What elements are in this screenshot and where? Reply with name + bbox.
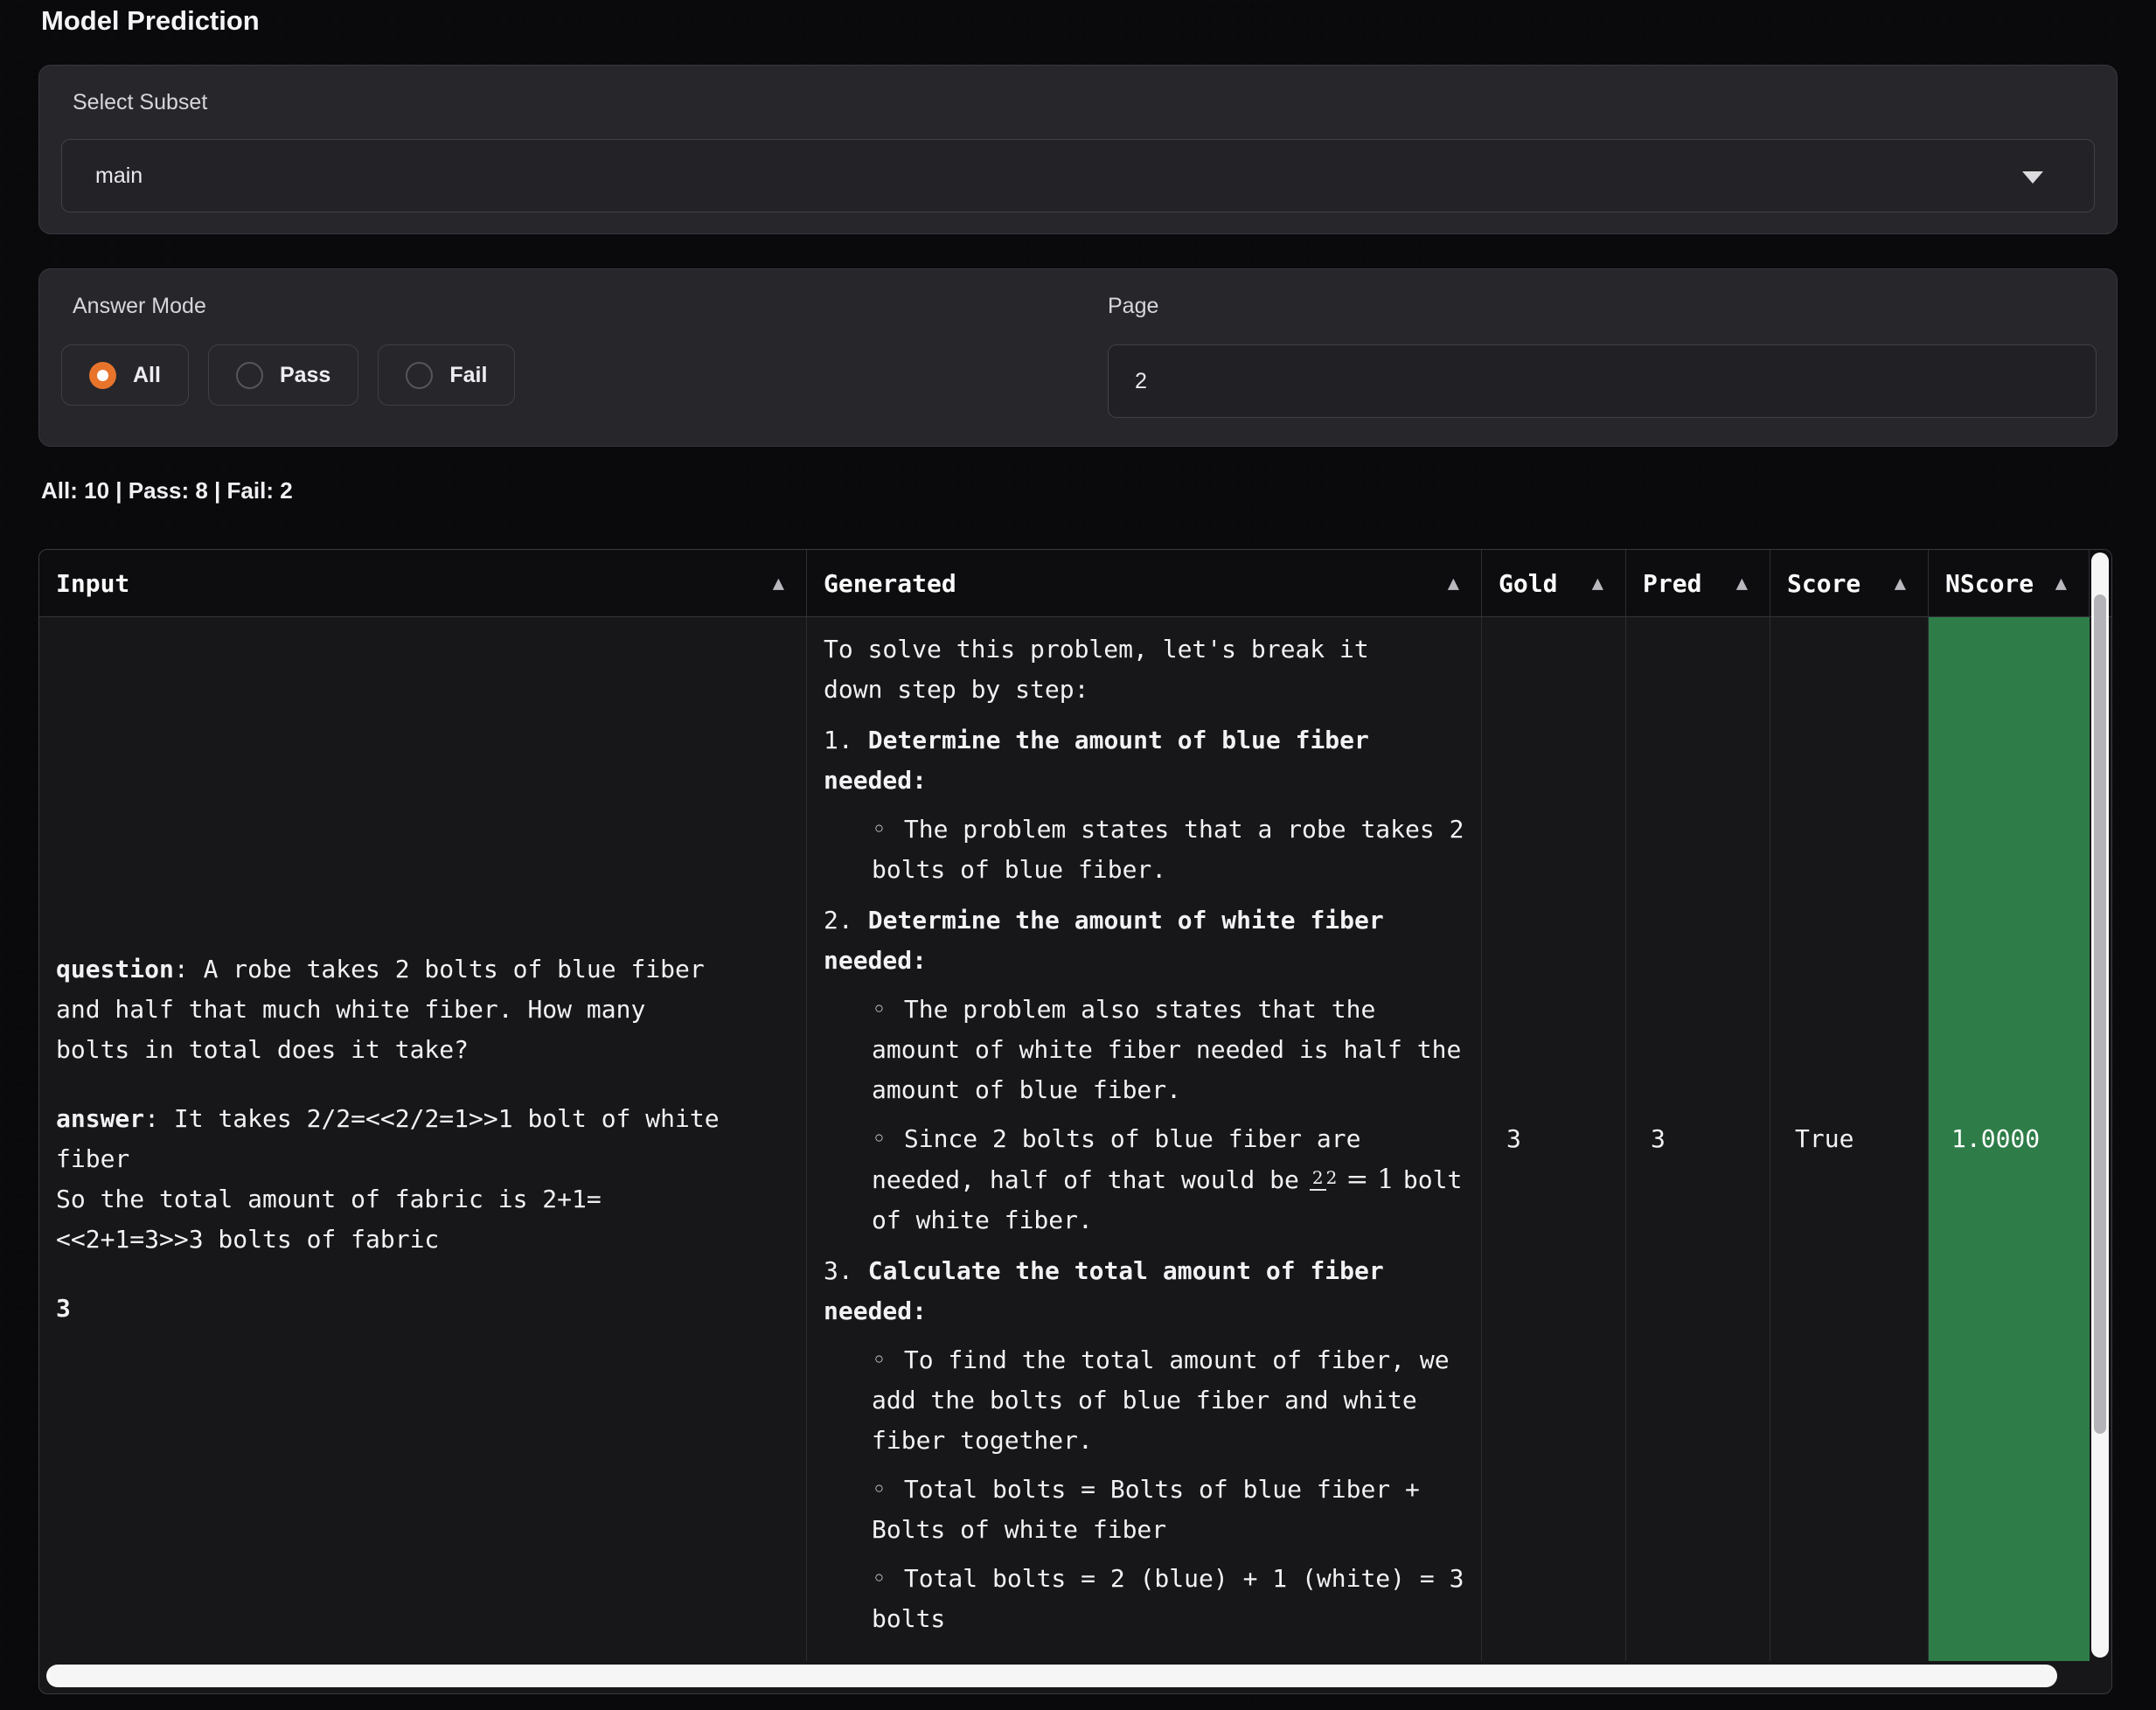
radio-option-fail[interactable]: Fail <box>378 344 515 406</box>
subset-dropdown-value: main <box>95 163 143 189</box>
column-header-input[interactable]: Input ▲ <box>39 550 807 616</box>
radio-unselected-icon[interactable] <box>406 362 433 389</box>
radio-option-all-label: All <box>133 363 161 388</box>
answer-label: answer <box>56 1104 144 1133</box>
math-equals: = 1 <box>1346 1164 1394 1195</box>
bullet-text: Since 2 bolts of blue fiber are needed, … <box>872 1124 1360 1194</box>
subset-panel: Select Subset main <box>38 65 2118 234</box>
cell-pred: 3 <box>1626 617 1770 1661</box>
subset-label: Select Subset <box>73 90 207 115</box>
column-header-nscore[interactable]: NScore ▲ <box>1929 550 2090 616</box>
bullet-item: ◦The problem also states that the amount… <box>872 990 1464 1110</box>
vertical-scrollbar-thumb[interactable] <box>2094 594 2106 1434</box>
bullet-item-with-fraction: ◦Since 2 bolts of blue fiber are needed,… <box>872 1119 1464 1241</box>
column-header-generated[interactable]: Generated ▲ <box>807 550 1482 616</box>
stats-summary: All: 10 | Pass: 8 | Fail: 2 <box>41 477 293 504</box>
column-header-label: Input <box>56 569 129 598</box>
column-header-label: Gold <box>1499 569 1557 598</box>
bullet-text: The problem states that a robe takes 2 b… <box>872 815 1464 884</box>
sort-asc-icon[interactable]: ▲ <box>1592 573 1603 594</box>
generated-step-2: 2.Determine the amount of white fiber ne… <box>824 900 1464 1241</box>
bullet-text: Total bolts = 2 (blue) + 1 (white) = 3 b… <box>872 1564 1464 1633</box>
column-header-pred[interactable]: Pred ▲ <box>1626 550 1770 616</box>
generated-intro: To solve this problem, let's break it do… <box>824 629 1464 710</box>
radio-option-fail-label: Fail <box>449 363 487 388</box>
nscore-value: 1.0000 <box>1951 1119 2040 1159</box>
final-answer: 3 <box>56 1289 720 1329</box>
step-number: 2. <box>824 906 853 935</box>
fraction-numerator: 2 <box>1310 1167 1326 1191</box>
predictions-table: Input ▲ Generated ▲ Gold ▲ Pred ▲ Score ▲ NSc… <box>38 549 2112 1694</box>
cell-gold: 3 <box>1482 617 1626 1661</box>
question-text: question: A robe takes 2 bolts of blue f… <box>56 949 720 1070</box>
controls-panel: Answer Mode All Pass Fail Page 2 <box>38 268 2118 447</box>
column-header-label: NScore <box>1945 569 2034 598</box>
score-value: True <box>1795 1119 1853 1159</box>
sort-asc-icon[interactable]: ▲ <box>2055 573 2067 594</box>
step-heading: Determine the amount of blue fiber neede… <box>824 726 1369 795</box>
subset-dropdown[interactable]: main <box>61 139 2095 212</box>
cell-score: True <box>1770 617 1929 1661</box>
table-row: question: A robe takes 2 bolts of blue f… <box>39 617 2111 1661</box>
bullet-text: The problem also states that the amount … <box>872 995 1461 1104</box>
step-heading: Calculate the total amount of fiber need… <box>824 1256 1384 1325</box>
page-input[interactable]: 2 <box>1108 344 2097 418</box>
bullet-item: ◦The problem states that a robe takes 2 … <box>872 810 1464 890</box>
bullet-marker-icon: ◦ <box>872 815 887 844</box>
radio-option-all[interactable]: All <box>61 344 189 406</box>
gold-value: 3 <box>1506 1119 1521 1159</box>
math-fraction: 22 <box>1310 1169 1337 1188</box>
bullet-marker-icon: ◦ <box>872 1564 887 1593</box>
cell-nscore: 1.0000 <box>1929 617 2090 1661</box>
column-header-label: Generated <box>824 569 956 598</box>
page-title: Model Prediction <box>41 5 260 37</box>
bullet-item: ◦To find the total amount of fiber, we a… <box>872 1340 1464 1461</box>
column-header-score[interactable]: Score ▲ <box>1770 550 1929 616</box>
radio-selected-icon[interactable] <box>89 362 116 389</box>
cell-input: question: A robe takes 2 bolts of blue f… <box>39 617 807 1661</box>
step-number: 3. <box>824 1256 853 1285</box>
horizontal-scrollbar-thumb[interactable] <box>46 1665 2057 1687</box>
sort-asc-icon[interactable]: ▲ <box>1736 573 1748 594</box>
answer-text: answer: It takes 2/2=<<2/2=1>>1 bolt of … <box>56 1099 720 1260</box>
question-label: question <box>56 955 174 984</box>
step-3-bullets: ◦To find the total amount of fiber, we a… <box>824 1340 1464 1639</box>
bullet-marker-icon: ◦ <box>872 995 887 1024</box>
input-cell-content: question: A robe takes 2 bolts of blue f… <box>56 949 720 1329</box>
dropdown-arrow-icon[interactable] <box>2022 171 2043 184</box>
radio-option-pass[interactable]: Pass <box>208 344 358 406</box>
step-heading: Determine the amount of white fiber need… <box>824 906 1384 975</box>
column-header-label: Score <box>1787 569 1860 598</box>
step-2-bullets: ◦The problem also states that the amount… <box>824 990 1464 1241</box>
column-header-label: Pred <box>1643 569 1701 598</box>
bullet-marker-icon: ◦ <box>872 1124 887 1153</box>
bullet-marker-icon: ◦ <box>872 1475 887 1504</box>
generated-step-1: 1.Determine the amount of blue fiber nee… <box>824 720 1464 890</box>
cell-generated: To solve this problem, let's break it do… <box>807 617 1482 1661</box>
generated-step-3: 3.Calculate the total amount of fiber ne… <box>824 1251 1464 1639</box>
bullet-text: To find the total amount of fiber, we ad… <box>872 1345 1450 1455</box>
radio-unselected-icon[interactable] <box>236 362 263 389</box>
radio-option-pass-label: Pass <box>280 363 330 388</box>
bullet-text: Total bolts = Bolts of blue fiber + Bolt… <box>872 1475 1420 1544</box>
fraction-denominator: 2 <box>1326 1166 1338 1188</box>
bullet-marker-icon: ◦ <box>872 1345 887 1374</box>
step-number: 1. <box>824 726 853 754</box>
sort-asc-icon[interactable]: ▲ <box>1448 573 1459 594</box>
answer-mode-radio-group: All Pass Fail <box>61 344 515 406</box>
bullet-item: ◦Total bolts = 2 (blue) + 1 (white) = 3 … <box>872 1559 1464 1639</box>
sort-asc-icon[interactable]: ▲ <box>773 573 784 594</box>
answer-mode-label: Answer Mode <box>73 294 206 319</box>
page-input-value: 2 <box>1135 369 1147 394</box>
pred-value: 3 <box>1651 1119 1666 1159</box>
table-header-row: Input ▲ Generated ▲ Gold ▲ Pred ▲ Score ▲ NSc… <box>39 550 2111 617</box>
sort-asc-icon[interactable]: ▲ <box>1895 573 1906 594</box>
step-1-bullets: ◦The problem states that a robe takes 2 … <box>824 810 1464 890</box>
bullet-item: ◦Total bolts = Bolts of blue fiber + Bol… <box>872 1470 1464 1550</box>
answer-body: : It takes 2/2=<<2/2=1>>1 bolt of white … <box>56 1104 720 1254</box>
column-header-gold[interactable]: Gold ▲ <box>1482 550 1626 616</box>
vertical-scrollbar-track[interactable] <box>2091 553 2109 1658</box>
page-label: Page <box>1108 294 1158 319</box>
